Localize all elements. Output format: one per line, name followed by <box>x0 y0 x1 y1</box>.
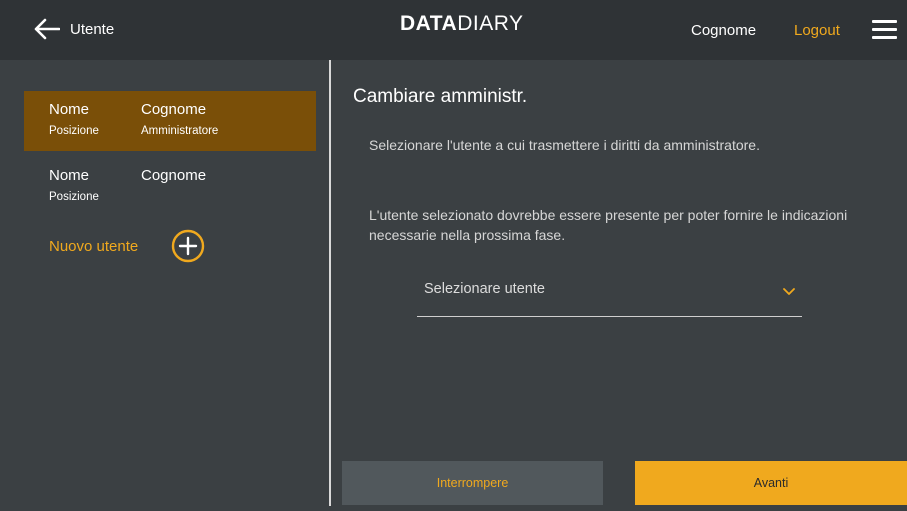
instruction-text: Selezionare l'utente a cui trasmettere i… <box>369 137 760 153</box>
hamburger-menu-icon[interactable] <box>872 20 897 44</box>
user-last-name: Cognome <box>141 167 207 184</box>
select-placeholder: Selezionare utente <box>424 281 545 297</box>
cancel-button[interactable]: Interrompere <box>342 461 603 505</box>
user-list-item-selected[interactable]: Nome Cognome Posizione Amministratore <box>24 91 316 151</box>
user-list-item[interactable]: Nome Cognome Posizione <box>24 157 316 217</box>
app-logo: DATADIARY <box>400 12 524 36</box>
arrow-left-icon <box>34 18 60 40</box>
logo-bold-text: DATA <box>400 12 458 35</box>
new-user-button[interactable]: Nuovo utente <box>49 229 205 263</box>
note-text: L'utente selezionato dovrebbe essere pre… <box>369 207 848 243</box>
user-role: Amministratore <box>141 125 219 137</box>
page-title: Cambiare amministr. <box>353 86 528 107</box>
plus-circle-icon[interactable] <box>171 229 205 263</box>
back-button[interactable]: Utente <box>34 18 114 40</box>
user-first-name: Nome <box>49 167 90 184</box>
user-last-name: Cognome <box>141 101 207 118</box>
user-position: Posizione <box>49 191 99 203</box>
current-user-name: Cognome <box>691 22 757 39</box>
back-label: Utente <box>70 20 115 38</box>
new-user-label: Nuovo utente <box>49 237 139 255</box>
chevron-down-icon <box>783 288 795 295</box>
logout-link[interactable]: Logout <box>794 22 840 39</box>
logo-thin-text: DIARY <box>457 12 524 35</box>
top-bar: Utente DATADIARY Cognome Logout <box>0 0 907 60</box>
user-select-dropdown[interactable]: Selezionare utente <box>417 270 802 317</box>
vertical-divider <box>329 60 331 506</box>
user-position: Posizione <box>49 125 99 137</box>
next-button[interactable]: Avanti <box>635 461 907 505</box>
user-first-name: Nome <box>49 101 90 118</box>
